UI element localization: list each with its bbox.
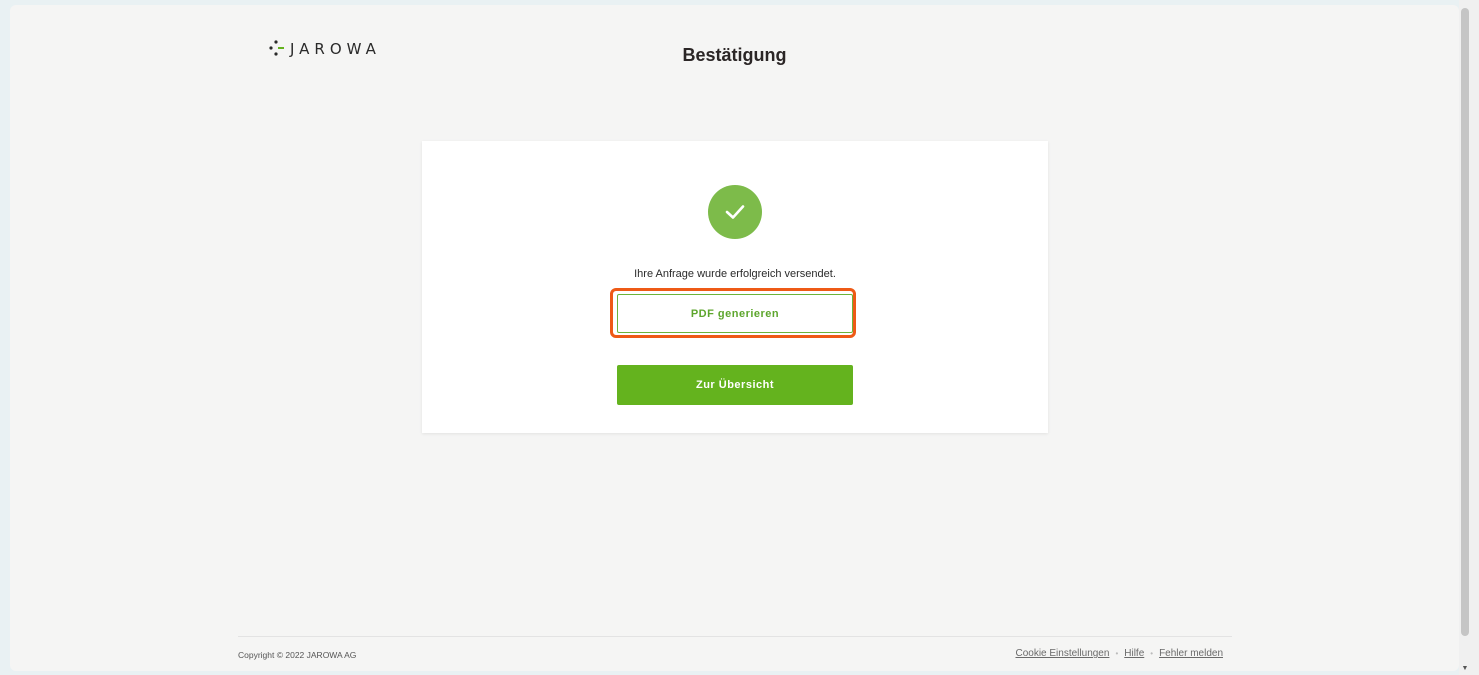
pdf-generate-button[interactable]: PDF generieren [617,294,853,333]
report-error-link[interactable]: Fehler melden [1159,648,1223,659]
scrollbar-thumb[interactable] [1461,8,1469,636]
cookie-settings-link[interactable]: Cookie Einstellungen [1015,648,1109,659]
confirmation-card: Ihre Anfrage wurde erfolgreich versendet… [422,141,1048,433]
copyright-text: Copyright © 2022 JAROWA AG [238,650,357,660]
scroll-down-arrow-icon[interactable]: ▼ [1461,665,1469,673]
page-title: Bestätigung [682,45,787,65]
help-link[interactable]: Hilfe [1124,648,1144,659]
footer-separator: • [1150,649,1154,658]
overview-button[interactable]: Zur Übersicht [617,365,853,405]
footer-separator: • [1115,649,1119,658]
app-window: JAROWA Bestätigung Ihre Anfrage wurde er… [10,5,1459,671]
success-message: Ihre Anfrage wurde erfolgreich versendet… [634,268,836,280]
success-check-icon [708,185,762,239]
footer-divider [238,636,1232,637]
footer-links: Cookie Einstellungen • Hilfe • Fehler me… [1015,648,1223,659]
